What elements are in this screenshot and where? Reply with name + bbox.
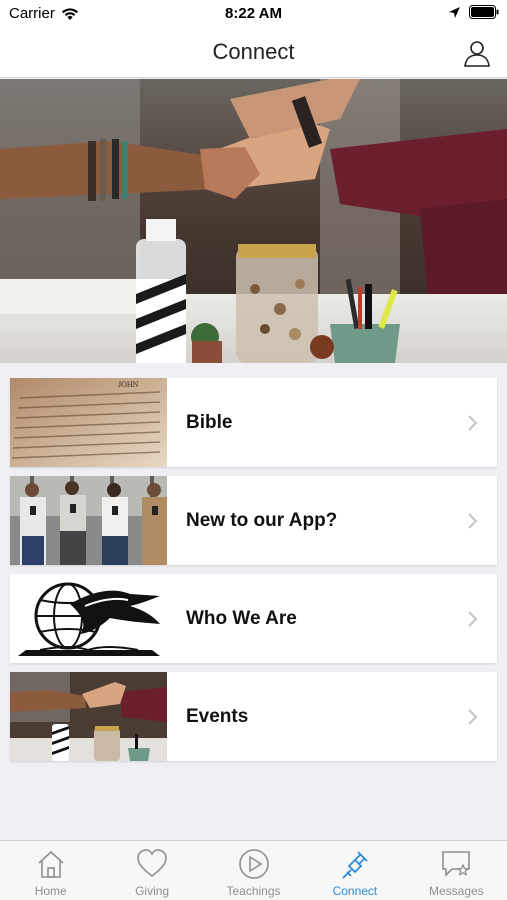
globe-dove-logo: [10, 574, 167, 663]
page-title: Connect: [212, 39, 295, 64]
chevron-right-icon: [468, 513, 478, 529]
card-label-events: Events: [186, 705, 249, 727]
profile-button[interactable]: [463, 39, 491, 67]
card-who-we-are[interactable]: Who We Are: [10, 574, 497, 663]
tab-label-teachings: Teachings: [226, 884, 281, 898]
card-label-new-to-app: New to our App?: [186, 509, 338, 531]
chevron-right-icon: [468, 709, 478, 725]
status-right: [448, 5, 499, 19]
location-arrow-icon: [449, 6, 460, 18]
status-time: 8:22 AM: [225, 5, 282, 22]
tab-bar: Home Giving Teachings Connect Messages: [0, 840, 507, 900]
chat-star-icon: [442, 851, 471, 877]
tab-messages[interactable]: Messages: [406, 841, 507, 900]
people-phones-thumbnail: [10, 476, 167, 565]
events-thumbnail: [10, 672, 167, 761]
chevron-right-icon: [468, 611, 478, 627]
card-bible[interactable]: JOHN Bible: [10, 378, 497, 467]
tab-connect[interactable]: Connect: [304, 841, 405, 900]
tab-giving[interactable]: Giving: [101, 841, 202, 900]
tab-label-giving: Giving: [135, 884, 170, 898]
bible-heading: JOHN: [118, 380, 139, 389]
tab-label-connect: Connect: [332, 884, 378, 898]
bible-thumbnail: JOHN: [10, 378, 167, 467]
tab-teachings[interactable]: Teachings: [203, 841, 304, 900]
hero-image: [0, 79, 507, 363]
tab-home[interactable]: Home: [0, 841, 101, 900]
chevron-right-icon: [468, 415, 478, 431]
card-label-who-we-are: Who We Are: [186, 607, 297, 629]
tab-label-messages: Messages: [428, 884, 484, 898]
logo-thumbnail: [10, 574, 167, 663]
card-events[interactable]: Events: [10, 672, 497, 761]
status-bar: Carrier 8:22 AM: [0, 0, 507, 28]
nav-bar: Connect: [0, 28, 507, 78]
home-icon: [38, 850, 64, 878]
play-circle-icon: [238, 849, 269, 879]
profile-icon: [464, 41, 490, 67]
connect-list: JOHN Bible New to our App? Who We Are Ev…: [10, 378, 497, 770]
heart-icon: [137, 849, 167, 878]
card-label-bible: Bible: [186, 411, 233, 433]
plug-icon: [342, 851, 368, 879]
card-new-to-app[interactable]: New to our App?: [10, 476, 497, 565]
battery-icon: [469, 5, 499, 19]
hero-illustration: [0, 79, 507, 363]
tab-label-home: Home: [34, 884, 67, 898]
